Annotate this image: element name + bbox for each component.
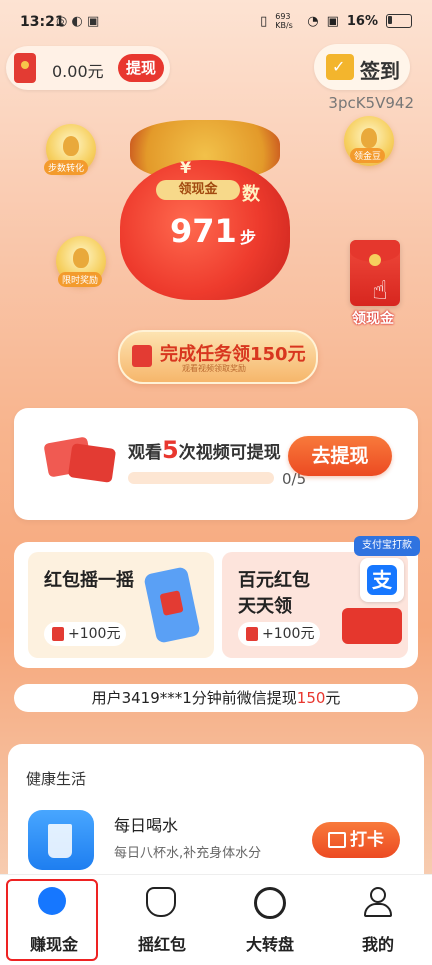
status-bar: 13:21 ◎ ◐ ▣ ▯ 693 KB/s ◔ ▣ 16% (0, 0, 432, 40)
running-person-icon (38, 887, 66, 915)
wallet-amount: 0.00元 (52, 62, 104, 81)
wheel-icon (254, 887, 286, 919)
shake-title: 红包摇一摇 (44, 570, 134, 591)
user-icon (362, 887, 392, 917)
nav-wheel[interactable]: 大转盘 (216, 875, 324, 965)
money-bag[interactable]: ¥ 领现金 数 971 步 (110, 120, 300, 300)
shake-reward-text: +100元 (68, 626, 121, 642)
status-app-icons: ◎ ◐ ▣ (56, 14, 100, 29)
shake-reward: +100元 (44, 622, 126, 646)
step-convert-label: 步数转化 (44, 160, 89, 175)
phone-illustration (143, 566, 201, 644)
nav-label: 我的 (361, 935, 394, 954)
red-packets-illustration (40, 420, 124, 490)
battery-percent: 16% (346, 13, 378, 29)
nav-label: 大转盘 (245, 935, 294, 954)
activity-cards: 红包摇一摇 +100元 百元红包 天天领 +100元 支付宝打款 支 (14, 536, 420, 668)
step-count: 971 (170, 212, 237, 250)
side-packet-label: 领现金 (352, 311, 394, 327)
water-item-name: 每日喝水 (114, 816, 179, 835)
hundred-reward: +100元 (238, 622, 320, 646)
bag-shu: 数 (242, 184, 260, 205)
checkin-button[interactable]: 签到 (314, 44, 410, 90)
video-icon (328, 832, 346, 848)
ticker-suffix: 元 (325, 689, 341, 707)
red-envelope-icon (132, 345, 152, 367)
pointing-hand-icon: ☝ (372, 276, 388, 306)
nav-mine[interactable]: 我的 (324, 875, 432, 965)
nav-shake-packet[interactable]: 摇红包 (108, 875, 216, 965)
nav-label: 摇红包 (137, 935, 186, 954)
red-envelope-icon (14, 53, 36, 83)
withdraw-ticker: 用户3419***1分钟前微信提现150元 (14, 684, 418, 712)
footprint-icon (361, 128, 377, 148)
user-code: 3pcK5V942 (328, 94, 414, 112)
bottom-nav: 赚现金 摇红包 大转盘 我的 (0, 874, 432, 965)
alipay-glyph: 支 (367, 565, 397, 595)
video-withdraw-card: 观看5次视频可提现 0/5 去提现 (14, 408, 418, 520)
calendar-check-icon (326, 54, 354, 80)
nav-label: 赚现金 (29, 935, 78, 954)
alipay-badge: 支付宝打款 (354, 536, 420, 556)
water-cup-icon (28, 810, 94, 870)
step-unit: 步 (240, 228, 257, 247)
claim-gold-label: 领金豆 (350, 148, 386, 163)
task-banner[interactable]: 完成任务领150元 观看视频领取奖励 (118, 330, 318, 384)
nav-earn-cash[interactable]: 赚现金 (0, 875, 108, 965)
treasure-chest-illustration (342, 608, 402, 644)
punch-button[interactable]: 打卡 (312, 822, 400, 858)
health-header: 健康生活 (26, 770, 87, 788)
wifi-icon: ◔ (307, 13, 319, 29)
title-num: 5 (162, 436, 179, 464)
withdraw-button[interactable]: 提现 (118, 54, 164, 82)
status-right: ▯ 693 KB/s ◔ ▣ 16% (260, 12, 412, 30)
money-bag-icon (146, 887, 176, 917)
signal-icon: ▣ (326, 13, 339, 29)
footprint-icon (63, 136, 79, 156)
health-section: 健康生活 每日喝水 每日八杯水,补充身体水分 打卡 (8, 744, 424, 874)
video-card-title: 观看5次视频可提现 (128, 436, 281, 464)
ticker-prefix: 用户3419***1分钟前微信提现 (91, 689, 297, 707)
red-envelope-icon (52, 627, 64, 641)
task-banner-sub: 观看视频领取奖励 (182, 364, 246, 373)
yen-symbol: ¥ (180, 158, 192, 177)
title-suffix: 次视频可提现 (178, 443, 281, 463)
red-envelope-icon (246, 627, 258, 641)
water-item-desc: 每日八杯水,补充身体水分 (114, 846, 262, 861)
wallet-pill[interactable]: 0.00元 提现 (6, 46, 170, 90)
footprint-icon (73, 248, 89, 268)
alipay-icon: 支 (360, 558, 404, 602)
step-convert-coin[interactable]: 步数转化 (44, 124, 96, 175)
punch-label: 打卡 (350, 830, 384, 850)
hundred-reward-text: +100元 (262, 626, 315, 642)
hundred-title-2: 天天领 (238, 596, 292, 617)
claim-gold-coin[interactable]: 领金豆 (344, 116, 394, 166)
video-progress-bar (128, 472, 274, 484)
ticker-amount: 150 (296, 689, 326, 707)
net-speed: 693 KB/s (275, 12, 293, 30)
checkin-label: 签到 (360, 59, 400, 83)
title-prefix: 观看 (128, 443, 162, 463)
battery-icon (386, 14, 412, 28)
limited-reward-label: 限时奖励 (58, 272, 103, 287)
go-withdraw-button[interactable]: 去提现 (288, 436, 392, 476)
limited-reward-coin[interactable]: 限时奖励 (56, 236, 106, 287)
vibrate-icon: ▯ (260, 13, 268, 29)
shake-card[interactable]: 红包摇一摇 +100元 (28, 552, 214, 658)
hundred-title-1: 百元红包 (238, 570, 310, 591)
packet-seal-icon (369, 254, 381, 266)
bag-tag: 领现金 (156, 180, 240, 200)
